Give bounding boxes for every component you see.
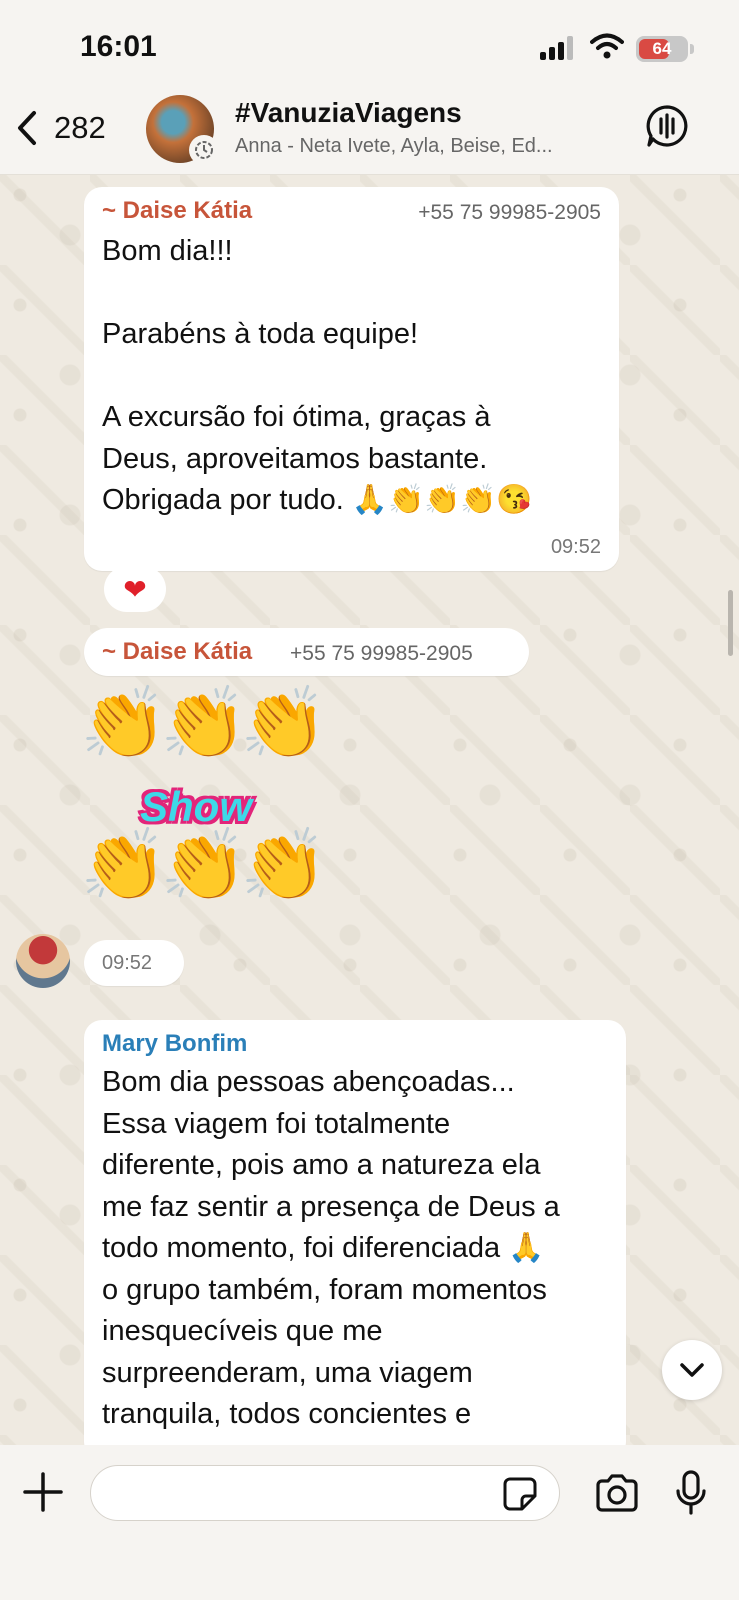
avatar[interactable] xyxy=(16,934,70,988)
camera-icon[interactable] xyxy=(594,1473,640,1513)
sender-phone: +55 75 99985-2905 xyxy=(290,642,473,665)
unread-count: 282 xyxy=(54,110,106,145)
message-bubble[interactable]: ~ Daise Kátia +55 75 99985-2905 Bom dia!… xyxy=(84,187,619,571)
microphone-icon[interactable] xyxy=(674,1469,708,1517)
sender-name[interactable]: Mary Bonfim xyxy=(102,1030,247,1058)
signal-icon xyxy=(540,36,576,60)
chat-title[interactable]: #VanuziaViagens xyxy=(235,97,462,129)
plus-icon[interactable] xyxy=(22,1471,64,1513)
sender-name[interactable]: ~ Daise Kátia xyxy=(102,638,252,666)
message-text: Bom dia pessoas abençoadas... Essa viage… xyxy=(102,1066,560,1430)
sender-name[interactable]: ~ Daise Kátia xyxy=(102,197,252,225)
sender-phone: +55 75 99985-2905 xyxy=(418,201,601,224)
heart-reaction[interactable]: ❤ xyxy=(104,566,166,612)
chevron-down-icon xyxy=(680,1363,704,1377)
community-badge-icon xyxy=(189,135,219,165)
sender-label-bubble[interactable]: ~ Daise Kátia +55 75 99985-2905 xyxy=(84,628,529,676)
voice-chat-icon[interactable] xyxy=(644,103,690,149)
clap-emoji: 👏 xyxy=(240,824,328,906)
clap-emoji: 👏 xyxy=(240,682,328,764)
clap-emoji: 👏 xyxy=(160,682,248,764)
message-bubble[interactable]: Mary Bonfim Bom dia pessoas abençoadas..… xyxy=(84,1020,626,1460)
time-bubble: 09:52 xyxy=(84,940,184,986)
message-time: 09:52 xyxy=(550,536,601,558)
message-input-bar xyxy=(0,1445,739,1600)
sticker-icon[interactable] xyxy=(502,1476,538,1512)
battery-icon: 64 xyxy=(636,36,688,62)
chevron-left-icon xyxy=(18,111,36,145)
clap-emoji: 👏 xyxy=(80,824,168,906)
message-text: Bom dia!!! Parabéns à toda equipe! A exc… xyxy=(102,235,533,516)
battery-level: 64 xyxy=(652,39,672,58)
wifi-icon xyxy=(590,33,624,59)
message-input[interactable] xyxy=(90,1465,560,1521)
scrollbar[interactable] xyxy=(728,590,733,656)
status-time: 16:01 xyxy=(80,30,157,63)
sticker-show-text: Show xyxy=(140,783,252,830)
message-time: 09:52 xyxy=(102,952,153,974)
clap-emoji: 👏 xyxy=(80,682,168,764)
back-button[interactable]: 282 xyxy=(14,107,106,149)
chat-participants[interactable]: Anna - Neta Ivete, Ayla, Beise, Ed... xyxy=(235,135,610,158)
chat-header: 282 #VanuziaViagens Anna - Neta Ivete, A… xyxy=(0,95,739,175)
battery-tip xyxy=(690,44,694,54)
clap-emoji: 👏 xyxy=(160,824,248,906)
scroll-down-button[interactable] xyxy=(662,1340,722,1400)
status-bar: 16:01 64 xyxy=(0,0,739,95)
